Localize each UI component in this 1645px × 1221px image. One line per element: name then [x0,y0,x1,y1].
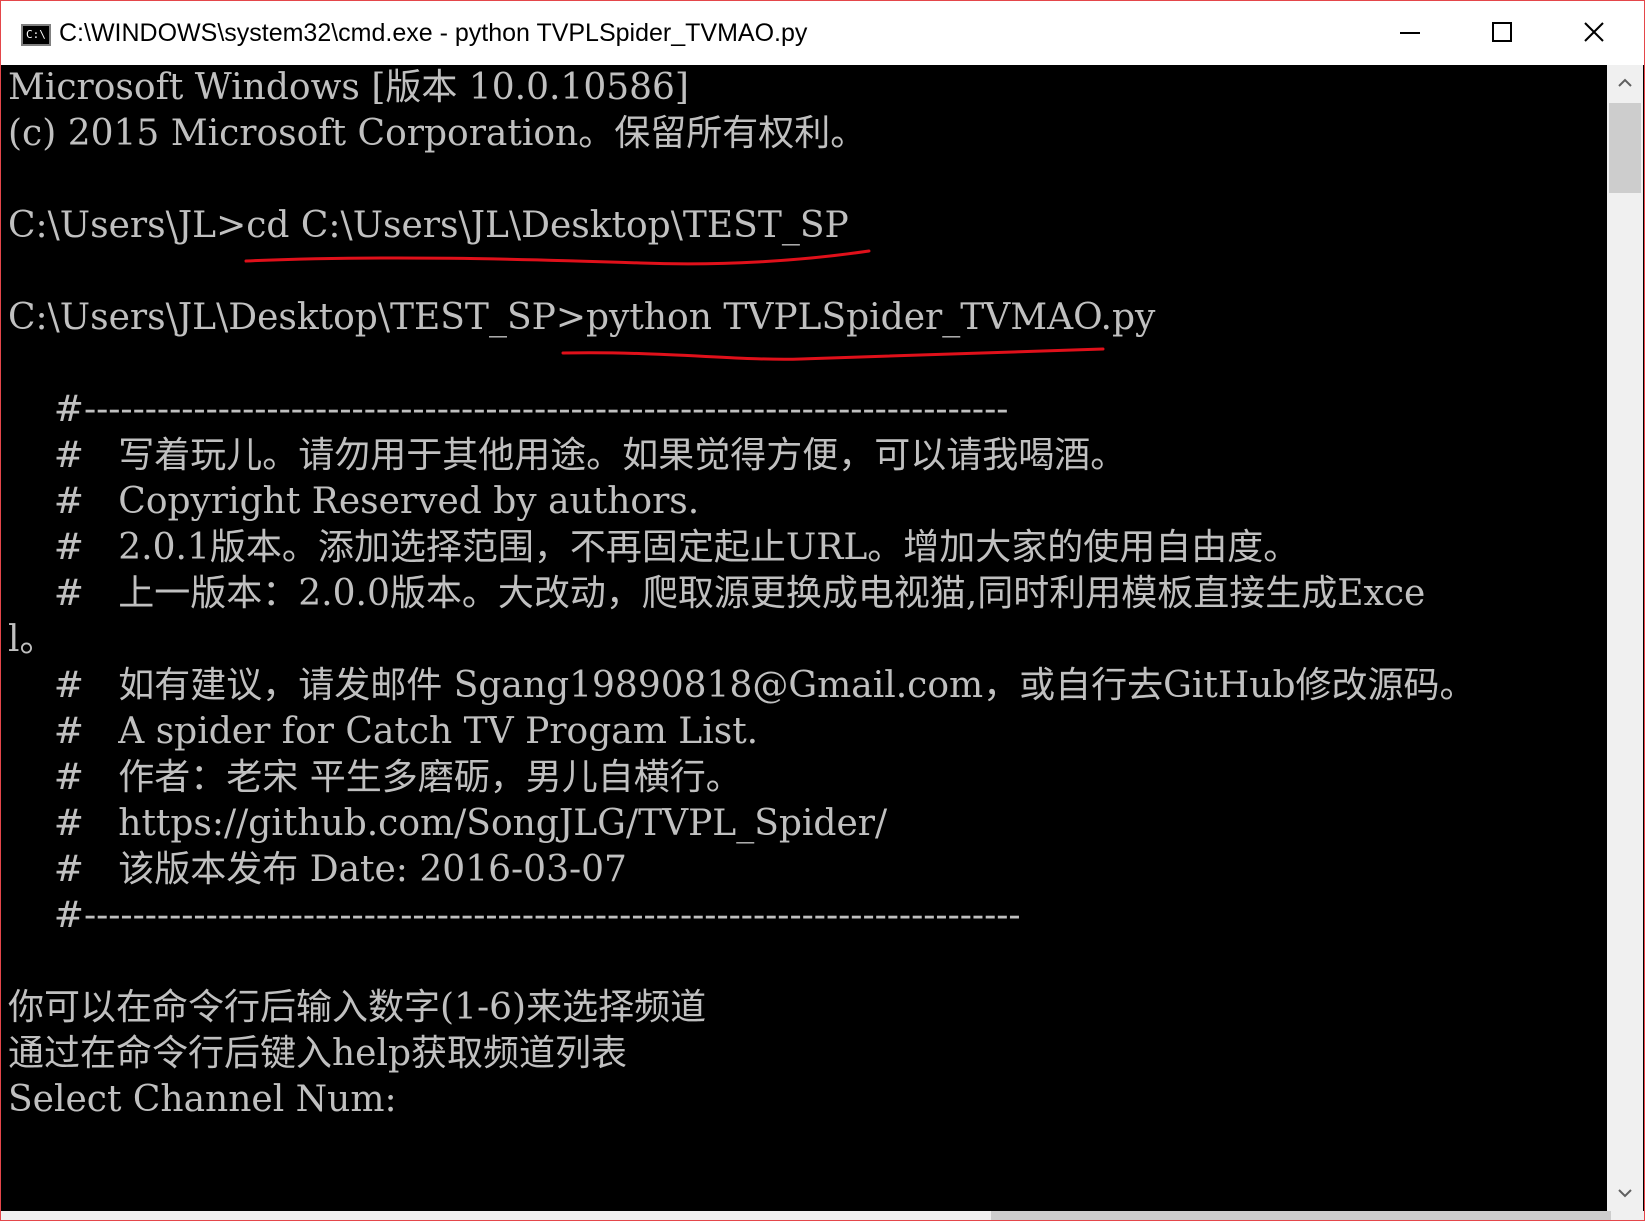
scroll-down-button[interactable] [1607,1175,1643,1211]
title-bar[interactable]: C:\ C:\WINDOWS\system32\cmd.exe - python… [1,1,1644,65]
scroll-up-button[interactable] [1607,65,1643,101]
chevron-down-icon [1618,1189,1632,1198]
console-output[interactable]: Microsoft Windows [版本 10.0.10586] (c) 20… [1,65,1607,1211]
close-button[interactable] [1549,1,1641,65]
minimize-icon [1400,32,1420,34]
cmd-app-icon[interactable]: C:\ [21,24,51,46]
cd-command-underline [244,249,871,266]
window-title: C:\WINDOWS\system32\cmd.exe - python TVP… [59,19,808,47]
close-icon [1584,22,1604,42]
horizontal-scrollbar[interactable] [1,1211,1644,1220]
minimize-button[interactable] [1365,1,1457,65]
vertical-scrollbar[interactable] [1607,65,1643,1211]
horizontal-scroll-thumb[interactable] [991,1211,1611,1220]
chevron-up-icon [1618,78,1632,87]
scroll-thumb[interactable] [1609,103,1641,193]
maximize-icon [1492,22,1512,42]
python-command-underline [561,347,1105,361]
maximize-button[interactable] [1457,1,1549,65]
red-underline-annotations [244,249,1105,361]
cmd-window: C:\ C:\WINDOWS\system32\cmd.exe - python… [0,0,1645,1221]
